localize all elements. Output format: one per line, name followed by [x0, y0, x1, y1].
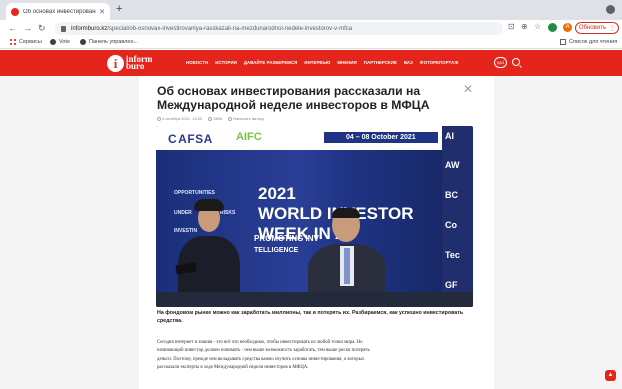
- site-logo[interactable]: i inform buro: [107, 54, 153, 72]
- menu-item-opinions[interactable]: МНЕНИЯ: [337, 60, 356, 65]
- zoom-icon[interactable]: ⊕: [521, 22, 528, 31]
- article-views-text: 2806: [213, 116, 223, 121]
- sponsor-logo: BC: [445, 190, 458, 200]
- update-button[interactable]: Обновить ⋮: [575, 22, 619, 34]
- article-title: Об основах инвестирования рассказали на …: [157, 84, 430, 112]
- reading-list-icon: [560, 39, 566, 45]
- reload-icon[interactable]: ↻: [38, 22, 46, 34]
- extension-icon[interactable]: [548, 23, 557, 32]
- photo-sponsor-column: AI AW BC Co Tec GF: [442, 126, 473, 307]
- language-toggle[interactable]: ҚАЗ: [494, 57, 507, 68]
- sponsor-logo: GF: [445, 280, 458, 290]
- menu-item-photo[interactable]: ФОТОРЕПОРТАЖ: [420, 60, 458, 65]
- tab-search-icon[interactable]: [606, 5, 615, 14]
- sponsor-logo: Co: [445, 220, 457, 230]
- speaker-left-hair: [194, 199, 224, 211]
- search-icon[interactable]: [512, 58, 520, 66]
- back-arrow-icon[interactable]: ←: [8, 22, 17, 34]
- site-favicon-icon: [11, 7, 19, 16]
- photo-headline-line: 2021: [258, 184, 296, 203]
- reading-list[interactable]: Список для чтения: [560, 39, 617, 45]
- article-date-text: 4 октября 2021, 14:05: [162, 116, 203, 121]
- menu-item-explainers[interactable]: ДАВАЙТЕ РАЗБЕРЕМСЯ: [244, 60, 297, 65]
- bookmark-vote[interactable]: Vote: [50, 39, 70, 45]
- write-author-text: Написать автору: [233, 116, 265, 121]
- update-label: Обновить: [578, 25, 607, 31]
- forward-arrow-icon[interactable]: →: [23, 22, 32, 34]
- logo-line2: buro: [126, 61, 145, 71]
- photo-table: [156, 292, 473, 307]
- logo-wordmark: inform buro: [126, 55, 153, 71]
- url-text: informburo.kz/special/ob-osnovax-investi…: [71, 26, 352, 32]
- photo-date-banner: 04 – 08 October 2021: [324, 132, 438, 143]
- menu-item-stories[interactable]: ИСТОРИИ: [215, 60, 237, 65]
- kebab-menu-icon: ⋮: [609, 25, 616, 32]
- eye-icon: [208, 116, 213, 121]
- photo-label: OPPORTUNITIES: [174, 190, 215, 196]
- clock-icon: [157, 116, 161, 121]
- tab-title: Об основах инвестировани: [23, 8, 97, 15]
- globe-icon: [80, 39, 86, 45]
- photo-logo-aifc: AIFC: [236, 131, 262, 143]
- browser-toolbar: ← → ↻ informburo.kz/special/ob-osnovax-i…: [0, 20, 622, 37]
- photo-banner: AFSA AIFC 04 – 08 October 2021: [156, 126, 473, 150]
- close-icon[interactable]: ✕: [463, 82, 473, 96]
- photo-logo-afsa: AFSA: [168, 132, 213, 146]
- photo-label: INVESTIN: [174, 228, 198, 234]
- speaker-right-hair: [332, 208, 360, 218]
- bookmarks-bar: Сервисы Vote Панель управлен... Список д…: [0, 37, 622, 49]
- menu-item-vaz[interactable]: ВАЗ: [404, 60, 413, 65]
- profile-avatar[interactable]: A: [563, 23, 572, 32]
- bookmark-apps[interactable]: Сервисы: [10, 39, 42, 45]
- article-views: 2806: [208, 116, 222, 121]
- url-path: /special/ob-osnovax-investirovaniya-rass…: [107, 25, 353, 32]
- write-author-link[interactable]: Написать автору: [228, 116, 264, 121]
- bookmark-star-icon[interactable]: ☆: [534, 22, 541, 31]
- new-tab-icon[interactable]: +: [116, 4, 122, 15]
- sponsor-logo: Tec: [445, 250, 460, 260]
- menu-item-partner[interactable]: ПАРТНЕРСКИЕ: [364, 60, 397, 65]
- article-meta: 4 октября 2021, 14:05 2806 Написать авто…: [157, 116, 264, 121]
- menu-item-interviews[interactable]: ИНТЕРВЬЮ: [304, 60, 330, 65]
- article-date: 4 октября 2021, 14:05: [157, 116, 202, 121]
- menu-item-news[interactable]: НОВОСТИ: [186, 60, 208, 65]
- bookmark-label: Сервисы: [19, 39, 42, 45]
- url-domain: informburo.kz: [71, 25, 108, 32]
- photo-label: UNDER: [174, 210, 192, 216]
- tab-strip: Об основах инвестировани ✕ +: [0, 0, 622, 20]
- reading-list-label: Список для чтения: [569, 39, 618, 45]
- photo-promo-text: PROMOTING INV: [254, 234, 319, 243]
- bookmark-label: Vote: [59, 39, 71, 45]
- apps-grid-icon: [10, 39, 16, 45]
- logo-mark-icon: i: [107, 54, 124, 72]
- address-bar[interactable]: informburo.kz/special/ob-osnovax-investi…: [55, 22, 503, 35]
- sponsor-logo: AW: [445, 160, 460, 170]
- translate-icon[interactable]: ⊡: [508, 22, 515, 31]
- lock-icon: [61, 25, 66, 32]
- main-menu: НОВОСТИ ИСТОРИИ ДАВАЙТЕ РАЗБЕРЕМСЯ ИНТЕР…: [186, 60, 458, 65]
- bookmark-panel[interactable]: Панель управлен...: [80, 39, 138, 45]
- mail-icon: [228, 116, 233, 121]
- photo-label: RISKS: [220, 210, 236, 216]
- photo-intel-text: TELLIGENCE: [254, 247, 299, 254]
- sponsor-logo: AI: [445, 131, 454, 141]
- photo-caption: На фондовом рынке можно как заработать м…: [157, 310, 464, 324]
- close-tab-icon[interactable]: ✕: [99, 8, 105, 16]
- browser-tab-active[interactable]: Об основах инвестировани ✕: [6, 3, 110, 20]
- site-header: i inform buro НОВОСТИ ИСТОРИИ ДАВАЙТЕ РА…: [0, 50, 622, 76]
- article-body: Сегодня интернет и знания - это всё что …: [157, 340, 370, 370]
- bookmark-label: Панель управлен...: [89, 39, 139, 45]
- globe-icon: [50, 39, 56, 45]
- speaker-right-tie: [344, 248, 350, 284]
- scroll-to-top-button[interactable]: ▲: [605, 370, 616, 381]
- article-photo: AFSA AIFC 04 – 08 October 2021 OPPORTUNI…: [156, 126, 473, 307]
